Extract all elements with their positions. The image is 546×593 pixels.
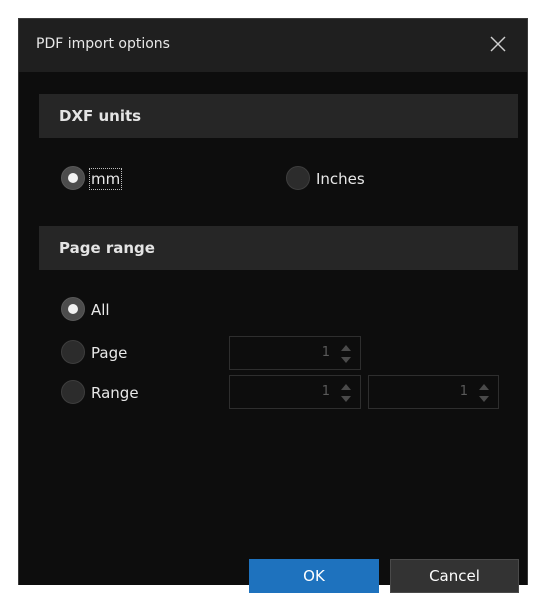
radio-range-indicator[interactable] <box>61 380 85 404</box>
stepper-arrows-icon[interactable] <box>478 382 490 404</box>
page-range-heading: Page range <box>59 239 155 257</box>
dialog-title: PDF import options <box>36 36 170 52</box>
radio-range-label: Range <box>91 384 139 402</box>
stepper-arrows-icon[interactable] <box>340 343 352 365</box>
radio-inches-label: Inches <box>316 170 365 188</box>
radio-all-label: All <box>91 301 110 319</box>
radio-all-indicator[interactable] <box>61 297 85 321</box>
range-to-stepper[interactable]: 1 <box>368 375 499 409</box>
title-bar: PDF import options <box>19 19 527 72</box>
stepper-arrows-icon[interactable] <box>340 382 352 404</box>
up-down-arrows-glyph <box>341 345 351 363</box>
close-icon[interactable] <box>486 32 510 56</box>
page-number-value: 1 <box>321 345 330 360</box>
up-down-arrows-glyph <box>479 384 489 402</box>
radio-inches-indicator[interactable] <box>286 166 310 190</box>
radio-mm-indicator[interactable] <box>61 166 85 190</box>
radio-page-label: Page <box>91 344 128 362</box>
range-from-stepper[interactable]: 1 <box>229 375 361 409</box>
range-to-value: 1 <box>459 384 468 399</box>
cancel-button[interactable]: Cancel <box>390 559 519 593</box>
up-down-arrows-glyph <box>341 384 351 402</box>
page-range-header: Page range <box>39 226 518 270</box>
pdf-import-dialog: PDF import options DXF units mm Inches P… <box>18 18 528 593</box>
dxf-units-heading: DXF units <box>59 107 142 125</box>
page-number-stepper[interactable]: 1 <box>229 336 361 370</box>
ok-button[interactable]: OK <box>249 559 379 593</box>
range-from-value: 1 <box>321 384 330 399</box>
radio-mm-label: mm <box>88 168 123 190</box>
close-x-glyph <box>490 36 506 52</box>
radio-page-indicator[interactable] <box>61 340 85 364</box>
dxf-units-header: DXF units <box>39 94 518 138</box>
